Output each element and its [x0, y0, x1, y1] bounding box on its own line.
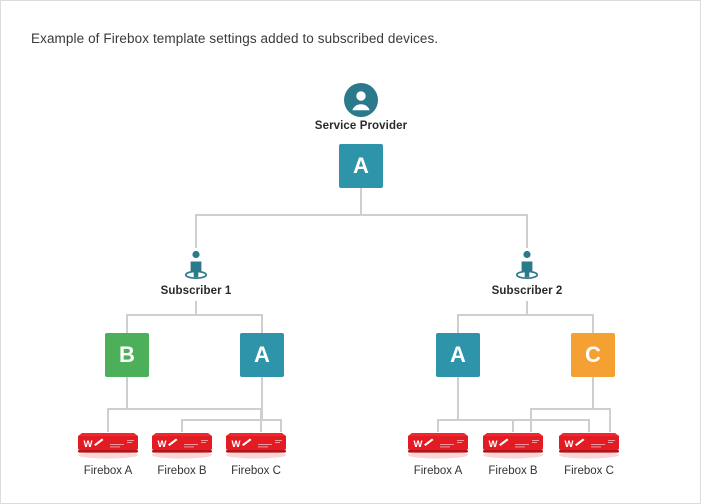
template-box-label: A — [450, 342, 466, 367]
connector-sp-span — [195, 214, 527, 216]
device-subscriber-1-firebox-a[interactable]: W Firebox A — [72, 429, 144, 477]
template-box-subscriber-2-a[interactable]: A — [436, 333, 480, 377]
firebox-appliance-icon: W — [477, 429, 549, 459]
connector-s2-c-span — [530, 408, 611, 410]
svg-text:W: W — [158, 439, 167, 450]
connector-subscriber-2-to-template-a — [457, 314, 459, 333]
template-box-label: A — [254, 342, 270, 367]
subscriber-2-label: Subscriber 2 — [491, 285, 563, 297]
template-box-label: B — [119, 342, 135, 367]
user-circle-icon — [291, 83, 431, 117]
template-box-subscriber-1-b[interactable]: B — [105, 333, 149, 377]
template-box-subscriber-2-c[interactable]: C — [571, 333, 615, 377]
subscriber-1-label: Subscriber 1 — [160, 285, 232, 297]
template-box-label: A — [353, 153, 369, 178]
diagram-canvas: Example of Firebox template settings add… — [0, 0, 701, 504]
device-subscriber-2-firebox-b[interactable]: W Firebox B — [477, 429, 549, 477]
connector-sp-to-subscriber-2 — [526, 214, 528, 248]
service-provider-label: Service Provider — [314, 120, 408, 132]
connector-s1-b-drop — [126, 377, 128, 408]
connector-sp-to-subscriber-1 — [195, 214, 197, 248]
connector-s2-c-drop — [592, 377, 594, 408]
connector-subscriber-1-trunk — [195, 301, 197, 314]
device-label: Firebox A — [413, 465, 463, 477]
template-box-subscriber-1-a[interactable]: A — [240, 333, 284, 377]
connector-subscriber-2-to-template-c — [592, 314, 594, 333]
subscriber-2-node: Subscriber 2 — [457, 248, 597, 297]
device-subscriber-2-firebox-a[interactable]: W Firebox A — [402, 429, 474, 477]
svg-text:W: W — [565, 439, 574, 450]
template-box-service-provider-a[interactable]: A — [339, 144, 383, 188]
firebox-appliance-icon: W — [72, 429, 144, 459]
connector-s1-b-span — [107, 408, 262, 410]
connector-s1-a-span — [181, 419, 282, 421]
device-subscriber-1-firebox-b[interactable]: W Firebox B — [146, 429, 218, 477]
device-label: Firebox B — [157, 465, 207, 477]
firebox-appliance-icon: W — [553, 429, 625, 459]
diagram-caption: Example of Firebox template settings add… — [31, 31, 439, 46]
svg-text:W: W — [84, 439, 93, 450]
svg-text:W: W — [414, 439, 423, 450]
device-label: Firebox C — [231, 465, 281, 477]
user-standing-icon — [126, 248, 266, 282]
service-provider-node: Service Provider — [291, 83, 431, 132]
firebox-appliance-icon: W — [402, 429, 474, 459]
device-label: Firebox B — [488, 465, 538, 477]
connector-subscriber-1-to-template-a — [261, 314, 263, 333]
device-subscriber-2-firebox-c[interactable]: W Firebox C — [553, 429, 625, 477]
device-label: Firebox C — [564, 465, 614, 477]
connector-s2-a-drop — [457, 377, 459, 419]
connector-subscriber-1-span — [126, 314, 263, 316]
svg-text:W: W — [489, 439, 498, 450]
connector-sp-trunk — [360, 188, 362, 214]
connector-subscriber-2-span — [457, 314, 594, 316]
user-standing-icon — [457, 248, 597, 282]
connector-subscriber-2-trunk — [526, 301, 528, 314]
device-subscriber-1-firebox-c[interactable]: W Firebox C — [220, 429, 292, 477]
firebox-appliance-icon: W — [220, 429, 292, 459]
connector-subscriber-1-to-template-b — [126, 314, 128, 333]
svg-text:W: W — [232, 439, 241, 450]
firebox-appliance-icon: W — [146, 429, 218, 459]
subscriber-1-node: Subscriber 1 — [126, 248, 266, 297]
device-label: Firebox A — [83, 465, 133, 477]
template-box-label: C — [585, 342, 601, 367]
connector-s1-a-drop — [261, 377, 263, 419]
